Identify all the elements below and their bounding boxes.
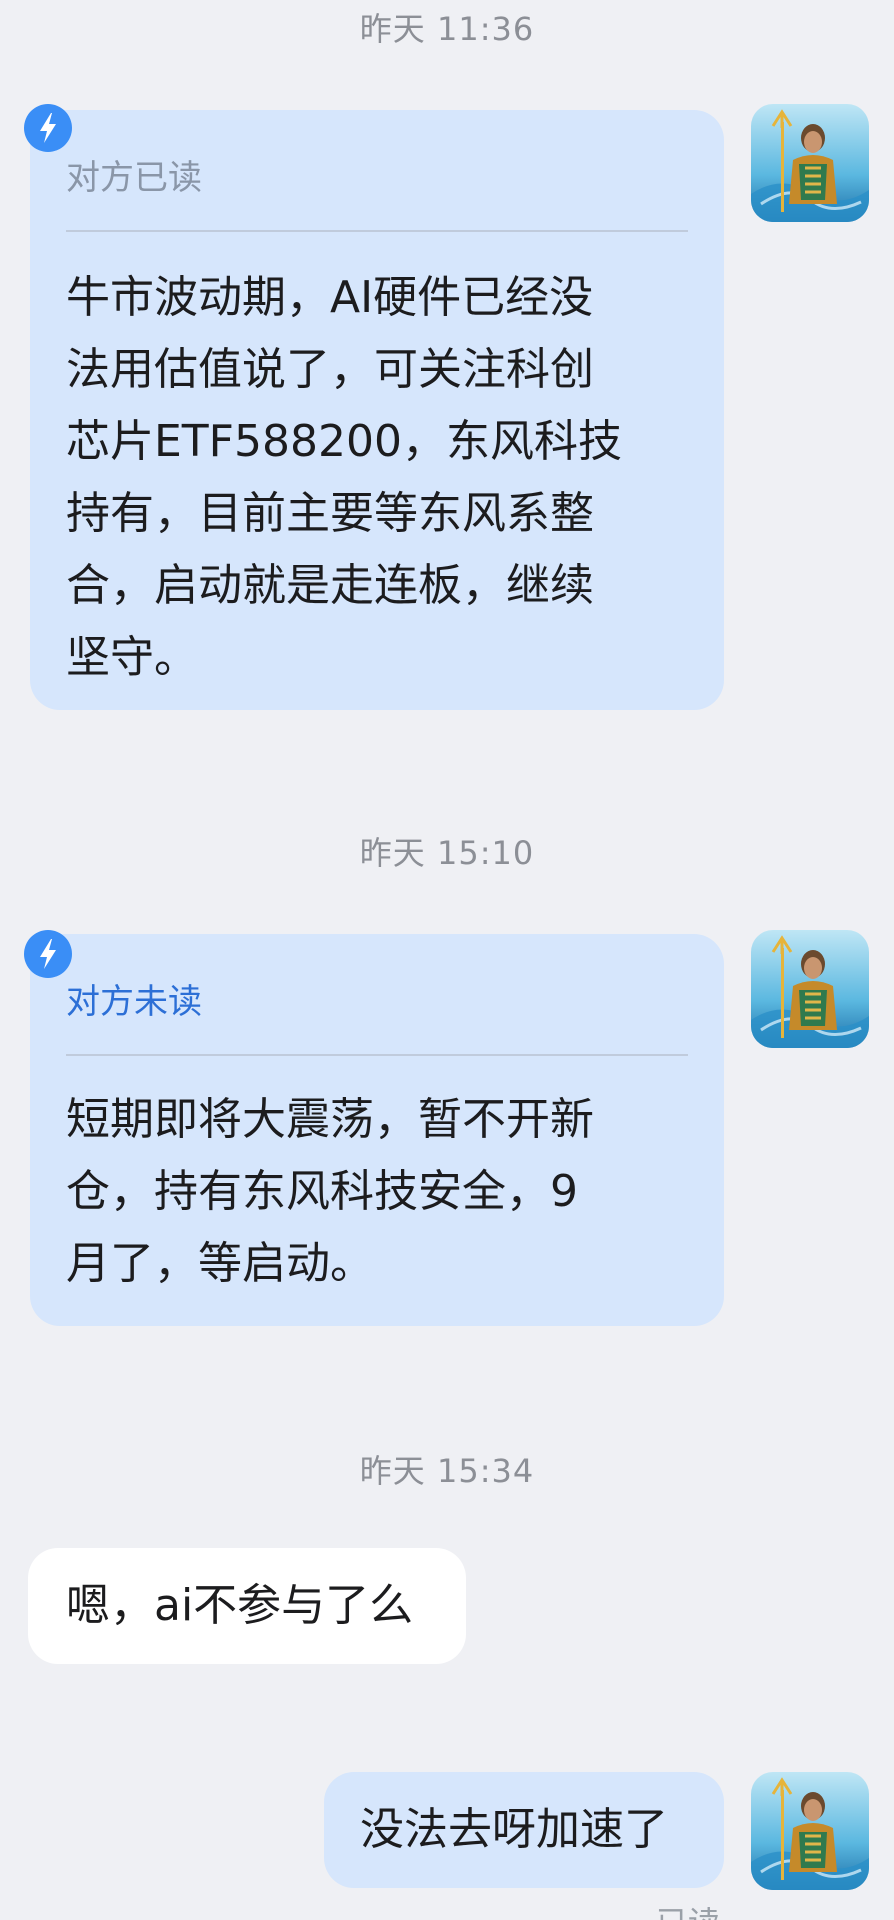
message-line: 月了，等启动。 bbox=[66, 1238, 374, 1289]
message-line: 持有，目前主要等东风系整 bbox=[66, 488, 594, 539]
message-text: 没法去呀加速了 bbox=[360, 1804, 668, 1855]
message-line: 法用估值说了，可关注科创 bbox=[66, 344, 594, 395]
message-text: 牛市波动期，AI硬件已经没 法用估值说了，可关注科创 芯片ETF588200，东… bbox=[66, 262, 684, 694]
message-text: 嗯，ai不参与了么 bbox=[66, 1580, 414, 1631]
aquaman-avatar[interactable] bbox=[751, 930, 869, 1048]
message-line: 合，启动就是走连板，继续 bbox=[66, 560, 594, 611]
chat-screen: 昨天 11:36 对方已读 牛市波动期，AI硬件已经没 法用估值说了，可关注科创… bbox=[0, 0, 894, 1920]
read-status: 对方已读 bbox=[66, 158, 202, 198]
divider bbox=[66, 1054, 688, 1056]
aquaman-avatar[interactable] bbox=[751, 104, 869, 222]
divider bbox=[66, 230, 688, 232]
message-bubble-outgoing[interactable]: 对方已读 牛市波动期，AI硬件已经没 法用估值说了，可关注科创 芯片ETF588… bbox=[30, 110, 724, 710]
lightning-bolt-icon bbox=[24, 104, 72, 152]
read-status: 已读 bbox=[656, 1898, 720, 1920]
message-bubble-incoming[interactable]: 嗯，ai不参与了么 bbox=[28, 1548, 466, 1664]
message-text: 短期即将大震荡，暂不开新 仓，持有东风科技安全，9 月了，等启动。 bbox=[66, 1084, 684, 1300]
timestamp: 昨天 15:10 bbox=[359, 834, 535, 872]
message-line: 牛市波动期，AI硬件已经没 bbox=[66, 272, 594, 323]
read-status: 对方未读 bbox=[66, 982, 202, 1022]
aquaman-avatar[interactable] bbox=[751, 1772, 869, 1890]
timestamp: 昨天 15:34 bbox=[359, 1452, 535, 1490]
message-line: 坚守。 bbox=[66, 632, 198, 683]
timestamp: 昨天 11:36 bbox=[359, 10, 535, 48]
lightning-bolt-icon bbox=[24, 930, 72, 978]
message-bubble-outgoing[interactable]: 没法去呀加速了 bbox=[324, 1772, 724, 1888]
message-bubble-outgoing[interactable]: 对方未读 短期即将大震荡，暂不开新 仓，持有东风科技安全，9 月了，等启动。 bbox=[30, 934, 724, 1326]
message-line: 短期即将大震荡，暂不开新 bbox=[66, 1094, 594, 1145]
message-line: 芯片ETF588200，东风科技 bbox=[66, 416, 622, 467]
message-line: 仓，持有东风科技安全，9 bbox=[66, 1166, 578, 1217]
